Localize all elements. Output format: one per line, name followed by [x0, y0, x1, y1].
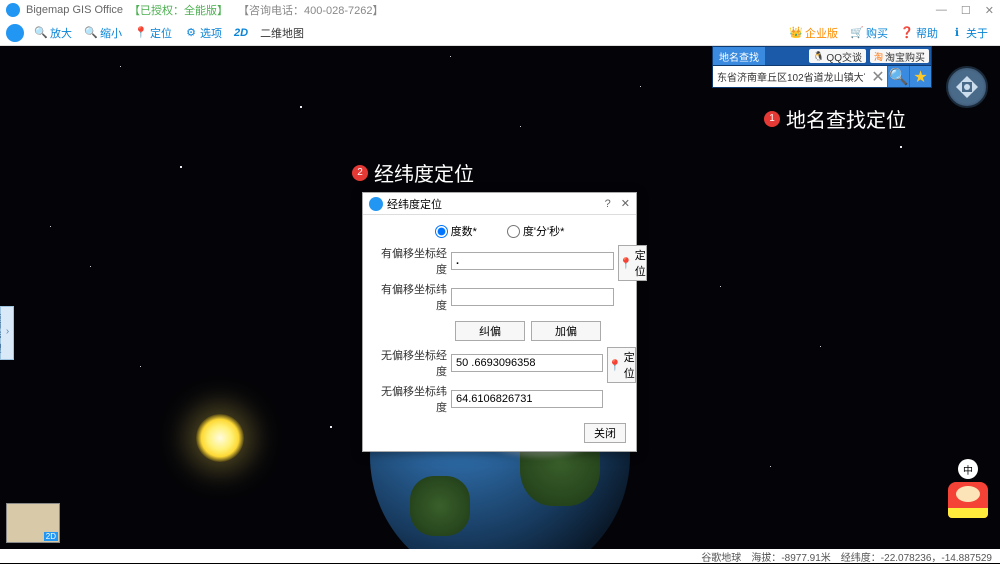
qq-chat-button[interactable]: 🐧QQ交谈 [809, 49, 866, 63]
callout-1: 1 地名查找定位 [764, 104, 906, 133]
mode-2d-button[interactable]: 2D [228, 27, 254, 39]
correct-offset-button[interactable]: 纠偏 [455, 321, 525, 341]
place-search-input[interactable] [713, 66, 869, 87]
callout-text: 地名查找定位 [786, 104, 906, 133]
locate-offset-button[interactable]: 📍定位 [618, 245, 647, 281]
taobao-buy-button[interactable]: 淘淘宝购买 [870, 49, 929, 63]
label-nooffset-lng: 无偏移坐标经度 [373, 347, 451, 379]
minimap[interactable]: 2D [6, 503, 60, 543]
status-elevation: 海拔：-8977.91米 [751, 549, 830, 564]
chevron-right-icon: › [2, 313, 13, 349]
pin-icon: 📍 [619, 257, 633, 270]
dialog-logo-icon [369, 197, 383, 211]
side-panel-tab[interactable]: › 模型管理 › [0, 306, 14, 360]
license-label: 【已授权：全能版】 [129, 2, 228, 18]
locate-nooffset-button[interactable]: 📍定位 [607, 347, 636, 383]
clear-search-button[interactable]: ✕ [869, 66, 887, 87]
info-icon: ℹ [950, 26, 964, 40]
maximize-button[interactable]: ☐ [961, 4, 971, 17]
map-canvas[interactable]: › 模型管理 › 2D 地名查找 🐧QQ交谈 淘淘宝购买 ✕ 🔍 ★ 1 地名查… [0, 46, 1000, 549]
dialog-close-action-button[interactable]: 关闭 [584, 423, 626, 443]
avatar-bubble: 中 [958, 459, 978, 479]
place-search-panel: 地名查找 🐧QQ交谈 淘淘宝购买 ✕ 🔍 ★ [712, 46, 932, 88]
close-window-button[interactable]: ✕ [985, 4, 994, 17]
dialog-close-button[interactable]: ✕ [621, 197, 630, 210]
gear-icon: ⚙ [184, 26, 198, 40]
pin-icon: 📍 [608, 359, 622, 372]
locate-menu-button[interactable]: 📍定位 [128, 25, 178, 41]
input-nooffset-lat[interactable] [451, 390, 603, 408]
qq-icon: 🐧 [813, 51, 824, 62]
statusbar: 谷歌地球 海拔：-8977.91米 经纬度：-22.078236，-14.887… [0, 549, 1000, 563]
cart-icon: 🛒 [850, 26, 864, 40]
mode-label: 二维地图 [254, 25, 310, 41]
pin-icon: 📍 [134, 26, 148, 40]
menubar: 🔍放大 🔍缩小 📍定位 ⚙选项 2D 二维地图 👑企业版 🛒购买 ❓帮助 ℹ关于 [0, 20, 1000, 46]
app-logo-large-icon [6, 24, 24, 42]
options-menu-button[interactable]: ⚙选项 [178, 25, 228, 41]
callout-badge: 2 [352, 165, 368, 181]
app-name: Bigemap GIS Office [26, 4, 123, 16]
status-provider: 谷歌地球 [701, 549, 741, 564]
sun [196, 414, 244, 462]
callout-2: 2 经纬度定位 [352, 158, 474, 187]
zoom-in-button[interactable]: 🔍放大 [28, 25, 78, 41]
help-icon: ❓ [900, 26, 914, 40]
help-button[interactable]: ❓帮助 [894, 25, 944, 41]
input-offset-lng[interactable] [451, 252, 614, 270]
latlng-dialog: 经纬度定位 ? ✕ 度数* 度'分'秒* 有偏移坐标经度 有偏移坐标纬度 [362, 192, 637, 452]
zoom-out-button[interactable]: 🔍缩小 [78, 25, 128, 41]
minimap-mode-badge: 2D [44, 532, 58, 541]
input-offset-lat[interactable] [451, 288, 614, 306]
favorite-button[interactable]: ★ [909, 66, 931, 87]
search-icon: 🔍 [889, 67, 909, 87]
label-nooffset-lat: 无偏移坐标纬度 [373, 383, 451, 415]
taobao-icon: 淘 [874, 50, 883, 63]
avatar-body [948, 482, 988, 518]
assistant-avatar[interactable]: 中 [946, 459, 990, 519]
minimize-button[interactable]: ― [936, 4, 947, 17]
add-offset-button[interactable]: 加偏 [531, 321, 601, 341]
label-offset-lat: 有偏移坐标纬度 [373, 281, 451, 313]
dialog-title: 经纬度定位 [387, 196, 442, 212]
hotline-label: 【咨询电话：400-028-7262】 [238, 2, 384, 18]
zoom-in-icon: 🔍 [34, 26, 48, 40]
radio-degree[interactable]: 度数* [435, 223, 477, 239]
close-icon: ✕ [871, 67, 884, 87]
titlebar: Bigemap GIS Office 【已授权：全能版】 【咨询电话：400-0… [0, 0, 1000, 20]
input-nooffset-lng[interactable] [451, 354, 603, 372]
status-coords: 经纬度：-22.078236，-14.887529 [841, 549, 992, 564]
app-logo-icon [6, 3, 20, 17]
zoom-out-icon: 🔍 [84, 26, 98, 40]
search-button[interactable]: 🔍 [887, 66, 909, 87]
enterprise-button[interactable]: 👑企业版 [783, 25, 844, 41]
star-icon: ★ [913, 67, 927, 87]
about-button[interactable]: ℹ关于 [944, 25, 994, 41]
radio-dms[interactable]: 度'分'秒* [507, 223, 564, 239]
callout-badge: 1 [764, 111, 780, 127]
buy-button[interactable]: 🛒购买 [844, 25, 894, 41]
crown-icon: 👑 [789, 26, 803, 40]
dialog-help-button[interactable]: ? [605, 198, 611, 210]
callout-text: 经纬度定位 [374, 158, 474, 187]
compass-control[interactable] [946, 66, 988, 108]
tab-place-search[interactable]: 地名查找 [713, 47, 765, 65]
label-offset-lng: 有偏移坐标经度 [373, 245, 451, 277]
